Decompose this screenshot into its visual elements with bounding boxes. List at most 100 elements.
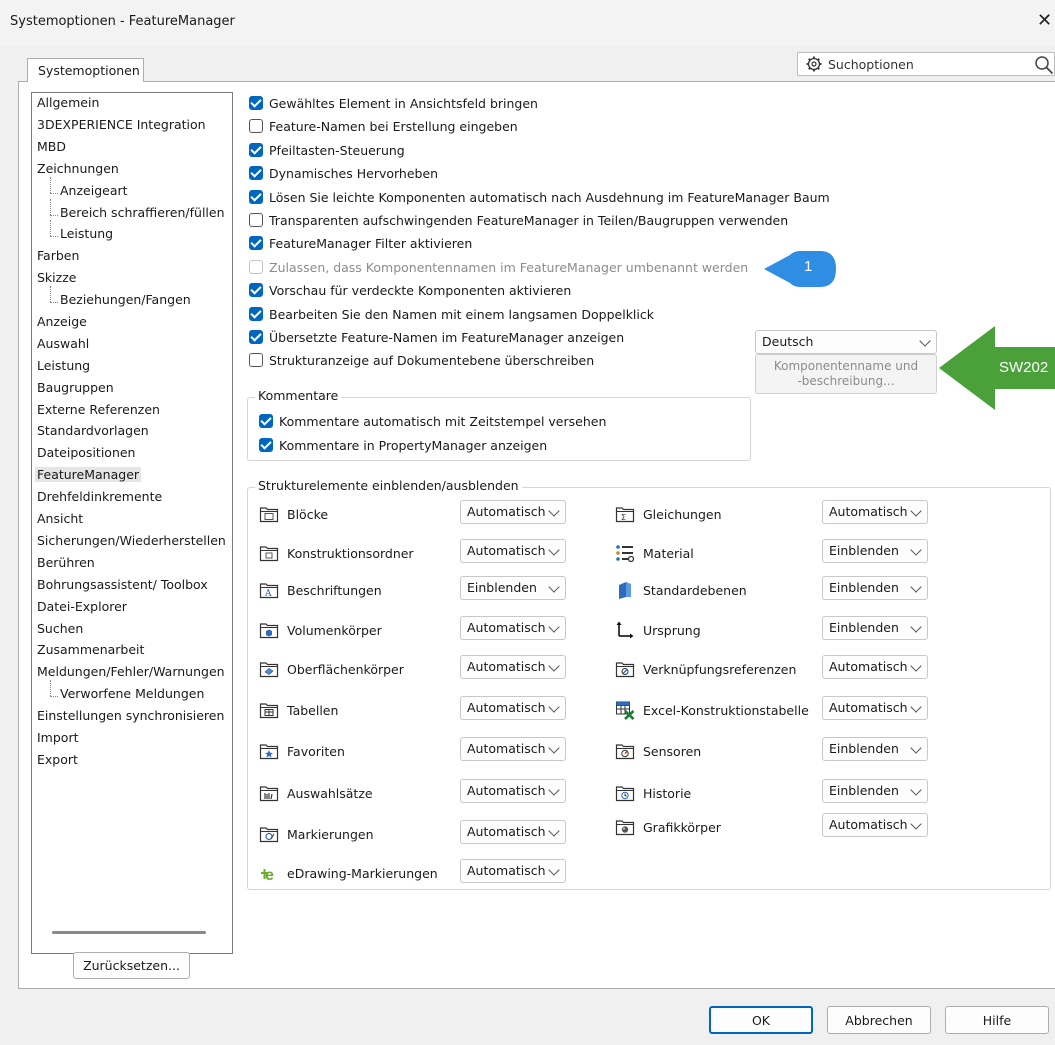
language-select[interactable]: Deutsch	[755, 330, 937, 354]
visibility-select[interactable]: Automatisch	[460, 859, 566, 883]
tree-item[interactable]: Beziehungen/Fangen	[60, 292, 191, 307]
component-name-button-line2: -beschreibung...	[797, 374, 895, 388]
option-checkbox[interactable]	[249, 166, 263, 180]
option-row[interactable]: Transparenten aufschwingenden FeatureMan…	[249, 211, 788, 229]
tree-item[interactable]: Suchen	[37, 621, 83, 636]
visibility-select[interactable]: Einblenden	[822, 616, 928, 640]
tree-item[interactable]: Meldungen/Fehler/Warnungen	[37, 664, 225, 679]
tree-item[interactable]: Sicherungen/Wiederherstellen	[37, 533, 226, 548]
search-input[interactable]: Suchoptionen	[797, 52, 1055, 76]
tree-item[interactable]: Berühren	[37, 555, 95, 570]
option-row[interactable]: Übersetzte Feature-Namen im FeatureManag…	[249, 328, 624, 346]
comment-option-label: Kommentare automatisch mit Zeitstempel v…	[279, 413, 607, 429]
ok-button[interactable]: OK	[709, 1006, 813, 1034]
comment-option-checkbox[interactable]	[259, 438, 273, 452]
tree-item[interactable]: Leistung	[37, 358, 90, 373]
tree-item[interactable]: Farben	[37, 248, 79, 263]
option-checkbox[interactable]	[249, 213, 263, 227]
tree-item[interactable]: Auswahl	[37, 336, 89, 351]
tree-item[interactable]: Standardvorlagen	[37, 423, 149, 438]
tree-item[interactable]: Einstellungen synchronisieren	[37, 708, 224, 723]
option-row[interactable]: Gewähltes Element in Ansichtsfeld bringe…	[249, 94, 538, 112]
comment-option-row[interactable]: Kommentare in PropertyManager anzeigen	[259, 436, 547, 454]
visibility-select[interactable]: Automatisch	[460, 696, 566, 720]
visibility-select[interactable]: Einblenden	[822, 779, 928, 803]
tree-item[interactable]: Leistung	[60, 226, 113, 241]
option-checkbox[interactable]	[249, 307, 263, 321]
option-row[interactable]: Bearbeiten Sie den Namen mit einem langs…	[249, 305, 654, 323]
visibility-select[interactable]: Automatisch	[460, 820, 566, 844]
tree-item[interactable]: FeatureManager	[35, 467, 142, 482]
visibility-select[interactable]: Automatisch	[460, 779, 566, 803]
tree-item[interactable]: Dateipositionen	[37, 445, 135, 460]
visibility-select[interactable]: Automatisch	[460, 616, 566, 640]
tree-item[interactable]: Externe Referenzen	[37, 402, 160, 417]
option-checkbox[interactable]	[249, 283, 263, 297]
comment-option-checkbox[interactable]	[259, 414, 273, 428]
structure-item-label: Historie	[643, 785, 692, 801]
option-row[interactable]: Lösen Sie leichte Komponenten automatisc…	[249, 188, 830, 206]
help-button[interactable]: Hilfe	[945, 1006, 1049, 1034]
tree-item[interactable]: Bereich schraffieren/füllen	[60, 205, 225, 220]
option-row[interactable]: Strukturanzeige auf Dokumentebene übersc…	[249, 351, 594, 369]
visibility-select[interactable]: Einblenden	[822, 539, 928, 563]
tree-item[interactable]: Anzeige	[37, 314, 87, 329]
structure-item: Σ Gleichungen	[615, 503, 722, 525]
structure-item: Auswahlsätze	[259, 782, 373, 804]
tree-item[interactable]: Zusammenarbeit	[37, 642, 144, 657]
tree-horizontal-scrollbar[interactable]	[52, 931, 206, 934]
tree-item[interactable]: Skizze	[37, 270, 76, 285]
cancel-button[interactable]: Abbrechen	[827, 1006, 931, 1034]
visibility-select[interactable]: Automatisch	[460, 500, 566, 524]
visibility-select[interactable]: Automatisch	[460, 655, 566, 679]
tree-item[interactable]: Verworfene Meldungen	[60, 686, 204, 701]
tree-item[interactable]: Datei-Explorer	[37, 599, 127, 614]
structure-item: A Beschriftungen	[259, 579, 382, 601]
option-checkbox[interactable]	[249, 236, 263, 250]
tree-item[interactable]: Export	[37, 752, 78, 767]
structure-item-label: Markierungen	[287, 826, 374, 842]
option-checkbox[interactable]	[249, 353, 263, 367]
structure-item: Material	[615, 542, 694, 564]
chevron-down-icon	[910, 818, 922, 830]
tree-item[interactable]: Import	[37, 730, 79, 745]
visibility-select[interactable]: Automatisch	[460, 539, 566, 563]
tree-item[interactable]: Drehfeldinkremente	[37, 489, 162, 504]
visibility-select-value: Automatisch	[829, 659, 908, 674]
visibility-select[interactable]: Einblenden	[822, 737, 928, 761]
visibility-select[interactable]: Automatisch	[822, 655, 928, 679]
callout-number: 1	[804, 258, 813, 275]
magnifier-icon[interactable]	[1034, 55, 1054, 75]
comment-option-row[interactable]: Kommentare automatisch mit Zeitstempel v…	[259, 412, 606, 430]
visibility-select[interactable]: Automatisch	[822, 500, 928, 524]
tree-item[interactable]: MBD	[37, 139, 66, 154]
option-row[interactable]: Vorschau für verdeckte Komponenten aktiv…	[249, 281, 571, 299]
option-row[interactable]: Pfeiltasten-Steuerung	[249, 141, 405, 159]
tree-item[interactable]: Zeichnungen	[37, 161, 119, 176]
visibility-select[interactable]: Automatisch	[460, 737, 566, 761]
option-row[interactable]: Dynamisches Hervorheben	[249, 164, 438, 182]
option-row[interactable]: FeatureManager Filter aktivieren	[249, 234, 472, 252]
option-row[interactable]: Feature-Namen bei Erstellung eingeben	[249, 117, 518, 135]
visibility-select[interactable]: Automatisch	[822, 813, 928, 837]
tree-item[interactable]: Baugruppen	[37, 380, 114, 395]
close-icon[interactable]: ✕	[1037, 10, 1052, 31]
option-checkbox[interactable]	[249, 330, 263, 344]
visibility-select[interactable]: Automatisch	[822, 696, 928, 720]
option-checkbox[interactable]	[249, 143, 263, 157]
tree-item[interactable]: Ansicht	[37, 511, 83, 526]
tab-systemoptionen[interactable]: Systemoptionen	[27, 58, 144, 82]
tree-item[interactable]: Bohrungsassistent/ Toolbox	[37, 577, 208, 592]
tree-item[interactable]: Allgemein	[37, 95, 99, 110]
option-checkbox[interactable]	[249, 190, 263, 204]
visibility-select-value: Einblenden	[829, 543, 899, 558]
chevron-down-icon	[910, 701, 922, 713]
option-checkbox[interactable]	[249, 119, 263, 133]
tree-item[interactable]: 3DEXPERIENCE Integration	[37, 117, 206, 132]
reset-button[interactable]: Zurücksetzen...	[73, 952, 190, 979]
option-checkbox[interactable]	[249, 96, 263, 110]
visibility-select[interactable]: Einblenden	[460, 576, 566, 600]
visibility-select[interactable]: Einblenden	[822, 576, 928, 600]
structure-item-label: Favoriten	[287, 743, 345, 759]
tree-item[interactable]: Anzeigeart	[60, 183, 128, 198]
